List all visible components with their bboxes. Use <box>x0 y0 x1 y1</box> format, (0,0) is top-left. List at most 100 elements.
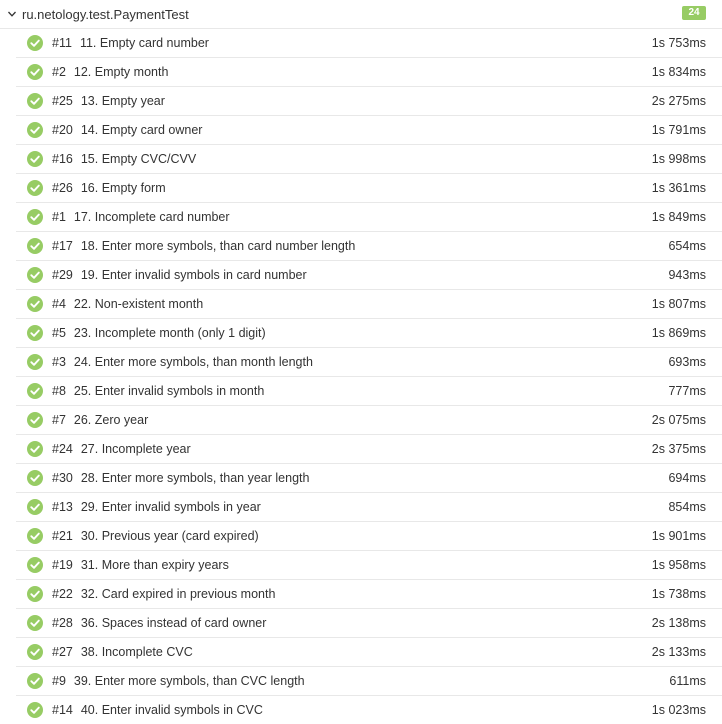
test-row[interactable]: #14 40. Enter invalid symbols in CVC 1s 02… <box>16 696 722 724</box>
test-name: 28. Enter more symbols, than year length <box>80 471 310 485</box>
test-name: 24. Enter more symbols, than month lengt… <box>73 355 313 369</box>
test-order: #14 <box>52 703 73 717</box>
test-row[interactable]: #17 18. Enter more symbols, than card num… <box>16 232 722 261</box>
check-circle-icon <box>27 557 43 573</box>
test-duration: 2s 375ms <box>651 442 706 456</box>
test-row[interactable]: #28 36. Spaces instead of card owner 2s 13… <box>16 609 722 638</box>
check-circle-icon <box>27 702 43 718</box>
check-circle-icon <box>27 296 43 312</box>
test-name: 11. Empty card number <box>79 36 209 50</box>
test-name: 12. Empty month <box>73 65 169 79</box>
test-duration: 1s 849ms <box>651 210 706 224</box>
test-duration: 2s 138ms <box>651 616 706 630</box>
test-suite: ru.netology.test.PaymentTest 24 #11 11. E… <box>0 0 722 724</box>
check-circle-icon <box>27 644 43 660</box>
test-row[interactable]: #1 17. Incomplete card number 1s 849ms <box>16 203 722 232</box>
test-row[interactable]: #2 12. Empty month 1s 834ms <box>16 58 722 87</box>
check-circle-icon <box>27 35 43 51</box>
check-circle-icon <box>27 267 43 283</box>
test-row[interactable]: #21 30. Previous year (card expired) 1s 90… <box>16 522 722 551</box>
test-order: #13 <box>52 500 73 514</box>
check-circle-icon <box>27 354 43 370</box>
test-name: 19. Enter invalid symbols in card number <box>80 268 307 282</box>
test-name: 22. Non-existent month <box>73 297 204 311</box>
test-name: 16. Empty form <box>80 181 166 195</box>
test-order: #26 <box>52 181 73 195</box>
test-duration: 943ms <box>668 268 706 282</box>
test-duration: 2s 075ms <box>651 413 706 427</box>
check-circle-icon <box>27 412 43 428</box>
test-order: #11 <box>52 36 72 50</box>
test-order: #16 <box>52 152 73 166</box>
test-duration: 1s 361ms <box>651 181 706 195</box>
test-row[interactable]: #13 29. Enter invalid symbols in year 854m… <box>16 493 722 522</box>
check-circle-icon <box>27 209 43 225</box>
test-duration: 2s 133ms <box>651 645 706 659</box>
check-circle-icon <box>27 180 43 196</box>
test-order: #17 <box>52 239 73 253</box>
test-row[interactable]: #30 28. Enter more symbols, than year len… <box>16 464 722 493</box>
check-circle-icon <box>27 383 43 399</box>
test-row[interactable]: #27 38. Incomplete CVC 2s 133ms <box>16 638 722 667</box>
check-circle-icon <box>27 586 43 602</box>
test-order: #7 <box>52 413 66 427</box>
test-order: #22 <box>52 587 73 601</box>
test-row[interactable]: #19 31. More than expiry years 1s 958ms <box>16 551 722 580</box>
test-duration: 1s 023ms <box>651 703 706 717</box>
test-name: 15. Empty CVC/CVV <box>80 152 197 166</box>
test-row[interactable]: #9 39. Enter more symbols, than CVC lengt… <box>16 667 722 696</box>
check-circle-icon <box>27 499 43 515</box>
test-name: 14. Empty card owner <box>80 123 203 137</box>
test-order: #3 <box>52 355 66 369</box>
test-row[interactable]: #11 11. Empty card number 1s 753ms <box>16 29 722 58</box>
test-order: #29 <box>52 268 73 282</box>
test-name: 27. Incomplete year <box>80 442 191 456</box>
chevron-down-icon[interactable] <box>2 9 22 19</box>
test-order: #20 <box>52 123 73 137</box>
test-row[interactable]: #20 14. Empty card owner 1s 791ms <box>16 116 722 145</box>
test-row[interactable]: #22 32. Card expired in previous month 1s … <box>16 580 722 609</box>
test-order: #19 <box>52 558 73 572</box>
test-order: #30 <box>52 471 73 485</box>
test-row[interactable]: #24 27. Incomplete year 2s 375ms <box>16 435 722 464</box>
test-row[interactable]: #29 19. Enter invalid symbols in card num… <box>16 261 722 290</box>
test-name: 40. Enter invalid symbols in CVC <box>80 703 263 717</box>
test-row[interactable]: #4 22. Non-existent month 1s 807ms <box>16 290 722 319</box>
test-duration: 1s 738ms <box>651 587 706 601</box>
test-list: #11 11. Empty card number 1s 753ms #2 12. Em… <box>0 29 722 724</box>
check-circle-icon <box>27 528 43 544</box>
test-duration: 693ms <box>668 355 706 369</box>
test-row[interactable]: #16 15. Empty CVC/CVV 1s 998ms <box>16 145 722 174</box>
passed-count-badge: 24 <box>682 6 706 20</box>
test-order: #9 <box>52 674 66 688</box>
test-order: #8 <box>52 384 66 398</box>
test-duration: 1s 869ms <box>651 326 706 340</box>
check-circle-icon <box>27 238 43 254</box>
test-row[interactable]: #8 25. Enter invalid symbols in month 777m… <box>16 377 722 406</box>
suite-title: ru.netology.test.PaymentTest <box>22 6 189 22</box>
test-duration: 777ms <box>668 384 706 398</box>
check-circle-icon <box>27 470 43 486</box>
test-order: #2 <box>52 65 66 79</box>
test-duration: 2s 275ms <box>651 94 706 108</box>
check-circle-icon <box>27 673 43 689</box>
test-duration: 1s 753ms <box>651 36 706 50</box>
test-order: #24 <box>52 442 73 456</box>
test-row[interactable]: #7 26. Zero year 2s 075ms <box>16 406 722 435</box>
test-duration: 1s 807ms <box>651 297 706 311</box>
test-name: 26. Zero year <box>73 413 149 427</box>
check-circle-icon <box>27 64 43 80</box>
test-order: #28 <box>52 616 73 630</box>
test-row[interactable]: #25 13. Empty year 2s 275ms <box>16 87 722 116</box>
test-row[interactable]: #3 24. Enter more symbols, than month len… <box>16 348 722 377</box>
test-row[interactable]: #26 16. Empty form 1s 361ms <box>16 174 722 203</box>
test-name: 38. Incomplete CVC <box>80 645 193 659</box>
suite-header[interactable]: ru.netology.test.PaymentTest 24 <box>0 0 722 29</box>
test-name: 36. Spaces instead of card owner <box>80 616 267 630</box>
test-row[interactable]: #5 23. Incomplete month (only 1 digit) 1s … <box>16 319 722 348</box>
test-duration: 1s 834ms <box>651 65 706 79</box>
test-duration: 611ms <box>669 674 706 688</box>
test-order: #1 <box>52 210 66 224</box>
test-name: 23. Incomplete month (only 1 digit) <box>73 326 266 340</box>
check-circle-icon <box>27 122 43 138</box>
